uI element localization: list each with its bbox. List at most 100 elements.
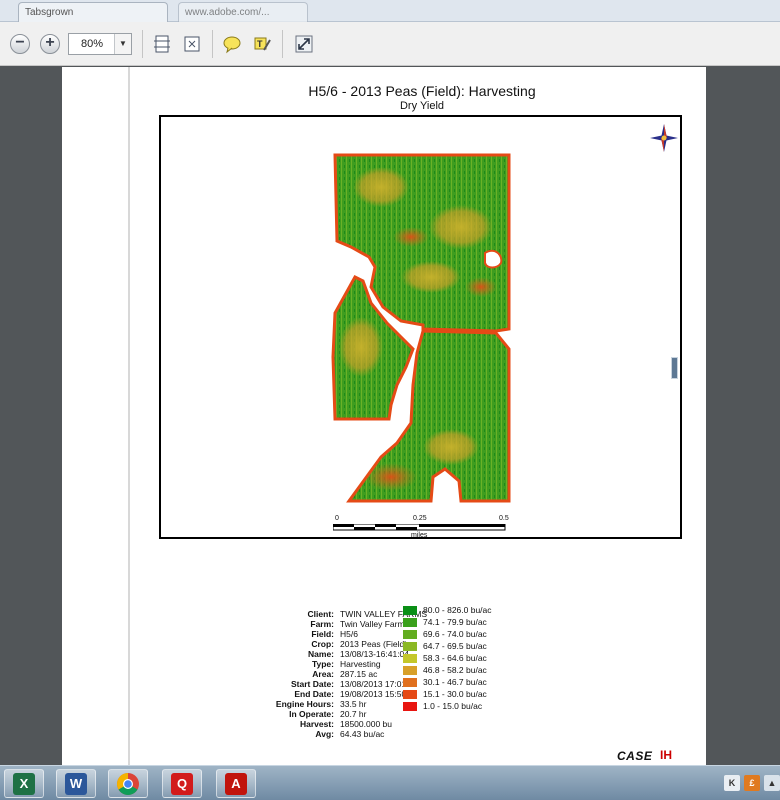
legend-swatch xyxy=(403,618,417,627)
full-screen-button[interactable] xyxy=(292,32,316,56)
taskbar-acrobat-button[interactable]: A xyxy=(216,769,256,798)
legend-entry: 46.8 - 58.2 bu/ac xyxy=(403,665,543,677)
legend-label: 64.7 - 69.5 bu/ac xyxy=(423,641,487,651)
legend-entry: 64.7 - 69.5 bu/ac xyxy=(403,641,543,653)
field-info-value: 2013 Peas (Field) xyxy=(340,639,408,649)
yield-patch xyxy=(353,167,409,207)
zoom-select[interactable]: 80% ▼ xyxy=(68,33,132,55)
brand-mark: IH xyxy=(660,748,672,762)
field-info-label: In Operate: xyxy=(289,709,334,719)
field-info-value: 18500.000 bu xyxy=(340,719,392,729)
page-fold-line xyxy=(128,67,130,767)
legend-swatch xyxy=(403,702,417,711)
pdf-page: H5/6 - 2013 Peas (Field): Harvesting Dry… xyxy=(62,67,706,767)
page-subtitle: Dry Yield xyxy=(399,100,445,112)
legend-entry: 80.0 - 826.0 bu/ac xyxy=(403,605,543,617)
field-info-value: 13/08/2013 17:01 xyxy=(340,679,407,689)
acrobat-icon: A xyxy=(225,772,247,795)
legend-swatch xyxy=(403,630,417,639)
taskbar-word-button[interactable]: W xyxy=(56,769,96,798)
scale-bar-graphic xyxy=(333,524,506,531)
legend-label: 74.1 - 79.9 bu/ac xyxy=(423,617,487,627)
field-info-label: Farm: xyxy=(310,619,334,629)
browser-tab[interactable]: www.adobe.com/... xyxy=(178,2,308,22)
scale-unit: miles xyxy=(411,532,428,539)
taskbar-excel-button[interactable]: X xyxy=(4,769,44,798)
chrome-icon xyxy=(117,772,139,795)
yield-map-graphic xyxy=(331,153,511,503)
brand-logo: CASE xyxy=(617,749,653,763)
taskbar-chrome-button[interactable] xyxy=(108,769,148,798)
chevron-down-icon[interactable]: ▼ xyxy=(114,34,131,54)
word-icon: W xyxy=(65,772,87,795)
highlight-icon: T xyxy=(254,37,271,51)
tab-label: www.adobe.com/... xyxy=(185,7,270,18)
legend-swatch xyxy=(403,666,417,675)
legend-label: 15.1 - 30.0 bu/ac xyxy=(423,689,487,699)
field-info-label: Engine Hours: xyxy=(275,699,334,709)
svg-text:T: T xyxy=(257,39,263,49)
field-info-value: 20.7 hr xyxy=(340,709,367,719)
yield-patch xyxy=(401,261,461,293)
speech-bubble-icon xyxy=(223,36,241,54)
field-info-label: Avg: xyxy=(315,729,334,739)
expand-icon xyxy=(295,35,313,53)
field-info-row: Avg: 64.43 bu/ac xyxy=(252,729,452,739)
scale-label: 0 xyxy=(335,515,339,522)
zoom-in-button[interactable]: + xyxy=(38,32,62,56)
legend-entry: 1.0 - 15.0 bu/ac xyxy=(403,701,543,713)
compass-rose-icon xyxy=(650,124,678,152)
browser-tab-strip: Tabsgrown www.adobe.com/... xyxy=(0,0,780,22)
pdf-toolbar: − + 80% ▼ T xyxy=(0,22,780,66)
zoom-out-button[interactable]: − xyxy=(8,32,32,56)
field-info-value: 33.5 hr xyxy=(340,699,367,709)
field-info-label: End Date: xyxy=(294,689,334,699)
field-info-value: 19/08/2013 15:50 xyxy=(340,689,407,699)
field-info-value: H5/6 xyxy=(340,629,358,639)
legend-entry: 74.1 - 79.9 bu/ac xyxy=(403,617,543,629)
fit-page-icon xyxy=(154,35,170,53)
scale-bar: 0 0.25 0.5 miles xyxy=(333,515,509,539)
toolbar-divider xyxy=(212,30,213,58)
keyboard-tray-icon[interactable]: K xyxy=(724,775,740,791)
taskbar-quickbooks-button[interactable]: Q xyxy=(162,769,202,798)
yield-patch xyxy=(423,429,479,465)
field-hole xyxy=(484,249,503,269)
page-title: H5/6 - 2013 Peas (Field): Harvesting xyxy=(308,83,536,99)
fit-window-button[interactable] xyxy=(180,32,204,56)
field-info-label: Field: xyxy=(311,629,334,639)
field-info-value: Harvesting xyxy=(340,659,381,669)
field-info-label: Crop: xyxy=(311,639,334,649)
field-info-value: 64.43 bu/ac xyxy=(340,729,385,739)
legend-label: 69.6 - 74.0 bu/ac xyxy=(423,629,487,639)
comment-button[interactable] xyxy=(220,32,244,56)
browser-tab[interactable]: Tabsgrown xyxy=(18,2,168,22)
legend-label: 46.8 - 58.2 bu/ac xyxy=(423,665,487,675)
fit-width-button[interactable] xyxy=(150,32,174,56)
field-info-value: 287.15 ac xyxy=(340,669,378,679)
scale-label: 0.5 xyxy=(499,515,509,522)
field-info-value: 13/08/13-16:41:04 xyxy=(340,649,410,659)
yield-patch xyxy=(465,277,497,297)
app-tray-icon[interactable]: £ xyxy=(744,775,760,791)
legend-swatch xyxy=(403,606,417,615)
scale-label: 0.25 xyxy=(413,515,427,522)
legend-label: 80.0 - 826.0 bu/ac xyxy=(423,605,492,615)
field-info-label: Client: xyxy=(307,609,334,619)
yield-patch xyxy=(393,227,429,247)
legend-swatch xyxy=(403,642,417,651)
zoom-value[interactable]: 80% xyxy=(69,34,115,54)
tab-label: Tabsgrown xyxy=(25,7,74,18)
field-info-label: Area: xyxy=(312,669,334,679)
field-info-label: Type: xyxy=(311,659,334,669)
quickbooks-icon: Q xyxy=(171,772,193,795)
side-panel-handle[interactable] xyxy=(671,357,678,379)
highlight-text-button[interactable]: T xyxy=(250,32,274,56)
fit-window-icon xyxy=(184,36,200,52)
tray-overflow-icon[interactable]: ▲ xyxy=(764,775,780,791)
field-info-label: Harvest: xyxy=(299,719,334,729)
windows-taskbar: X W Q A K £ ▲ xyxy=(0,765,780,800)
minus-icon: − xyxy=(10,34,30,54)
yield-map: 0 0.25 0.5 miles xyxy=(159,115,682,539)
legend-swatch xyxy=(403,678,417,687)
